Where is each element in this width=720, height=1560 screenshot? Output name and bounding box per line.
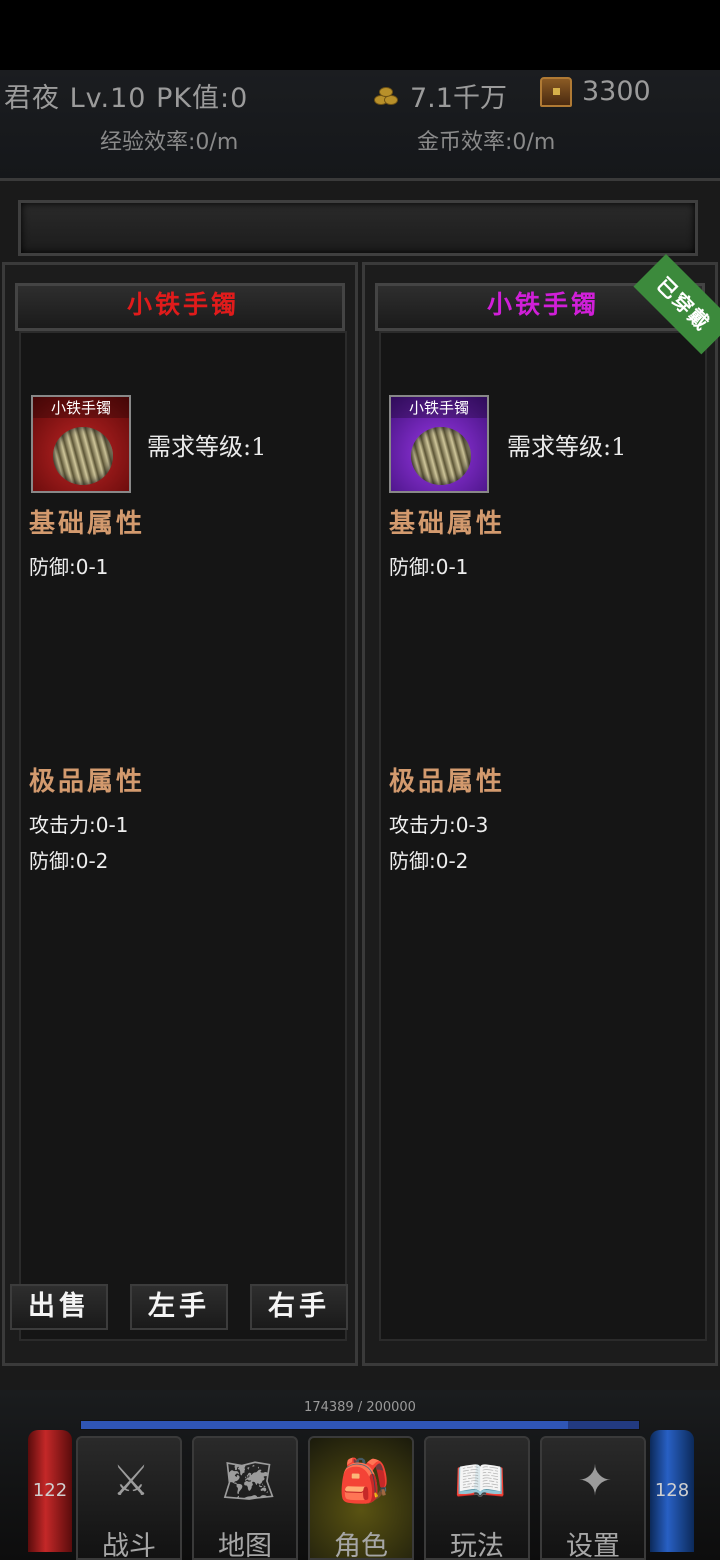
item-panel-left: 小铁手镯 小铁手镯 需求等级:1 基础属性 防御:0-1 极品属性 攻击力:0-… <box>2 262 358 1366</box>
player-level: Lv.10 <box>69 83 147 114</box>
extra-attr: 攻击力:0-1 <box>29 813 129 837</box>
map-icon: 🗺 <box>222 1456 276 1505</box>
nav-label: 角色 <box>334 1531 388 1560</box>
battle-icon: ⚔ <box>112 1456 150 1505</box>
player-pk: PK值:0 <box>156 83 249 114</box>
coil-icon <box>411 427 471 485</box>
treasure-chest-icon <box>540 76 572 107</box>
ingot-amount: 3300 <box>582 76 651 107</box>
requirement-text: 需求等级:1 <box>147 433 267 461</box>
right-hand-button[interactable]: 右手 <box>250 1284 348 1330</box>
bracelet-icon[interactable]: 小铁手镯 <box>389 395 489 493</box>
nav-label: 设置 <box>566 1531 620 1560</box>
coil-icon <box>53 427 113 485</box>
item-icon-label: 小铁手镯 <box>33 397 129 418</box>
gold-amount: 7.1千万 <box>410 83 507 114</box>
settings-icon: ✦ <box>577 1456 613 1505</box>
item-panel-right: 小铁手镯 小铁手镯 需求等级:1 基础属性 防御:0-1 极品属性 攻击力:0-… <box>362 262 718 1366</box>
base-attr-title: 基础属性 <box>29 509 146 539</box>
item-icon-label: 小铁手镯 <box>391 397 487 418</box>
hp-value: 122 <box>32 1480 68 1501</box>
exp-bar <box>80 1420 640 1430</box>
base-attr: 防御:0-1 <box>389 555 469 579</box>
nav-label: 战斗 <box>102 1531 156 1560</box>
left-hand-button[interactable]: 左手 <box>130 1284 228 1330</box>
nav-label: 玩法 <box>450 1531 504 1560</box>
exp-bar-fill <box>81 1421 568 1429</box>
requirement-text: 需求等级:1 <box>507 433 627 461</box>
nav-map[interactable]: 🗺 地图 <box>192 1436 298 1560</box>
extra-attr: 防御:0-2 <box>389 849 469 873</box>
player-summary: 君夜 Lv.10 PK值:0 <box>4 76 248 115</box>
base-attr: 防御:0-1 <box>29 555 109 579</box>
frame-header-plate <box>18 200 698 256</box>
character-icon: 🎒 <box>338 1456 391 1505</box>
extra-attr: 防御:0-2 <box>29 849 109 873</box>
player-name: 君夜 <box>4 83 60 114</box>
gold-rate: 金币效率:0/m <box>417 130 556 155</box>
nav-gameplay[interactable]: 📖 玩法 <box>424 1436 530 1560</box>
system-status-bar <box>0 0 720 70</box>
nav-settings[interactable]: ✦ 设置 <box>540 1436 646 1560</box>
gameplay-icon: 📖 <box>454 1456 507 1505</box>
hp-orb: 122 <box>28 1430 72 1552</box>
nav-character[interactable]: 🎒 角色 <box>308 1436 414 1560</box>
nav-label: 地图 <box>218 1531 272 1560</box>
sell-button[interactable]: 出售 <box>10 1284 108 1330</box>
nav-battle[interactable]: ⚔ 战斗 <box>76 1436 182 1560</box>
action-buttons: 出售 左手 右手 <box>10 1284 350 1332</box>
gold-coin-icon <box>372 83 402 109</box>
gold-display: 7.1千万 <box>372 76 507 115</box>
extra-attr: 攻击力:0-3 <box>389 813 489 837</box>
item-title: 小铁手镯 <box>126 290 239 319</box>
mp-value: 128 <box>654 1480 690 1501</box>
item-body-right: 小铁手镯 小铁手镯 需求等级:1 基础属性 防御:0-1 极品属性 攻击力:0-… <box>379 290 707 1341</box>
player-info-bar: 君夜 Lv.10 PK值:0 7.1千万 3300 经验效率:0/m 金币效率:… <box>0 70 720 178</box>
exp-text: 174389 / 200000 <box>304 1400 416 1415</box>
item-body-left: 小铁手镯 小铁手镯 需求等级:1 基础属性 防御:0-1 极品属性 攻击力:0-… <box>19 290 347 1341</box>
mp-orb: 128 <box>650 1430 694 1552</box>
bracelet-icon[interactable]: 小铁手镯 <box>31 395 131 493</box>
extra-attr-title: 极品属性 <box>389 767 506 797</box>
exp-rate: 经验效率:0/m <box>100 130 239 155</box>
base-attr-title: 基础属性 <box>389 509 506 539</box>
ingot-display: 3300 <box>540 76 651 107</box>
extra-attr-title: 极品属性 <box>29 767 146 797</box>
